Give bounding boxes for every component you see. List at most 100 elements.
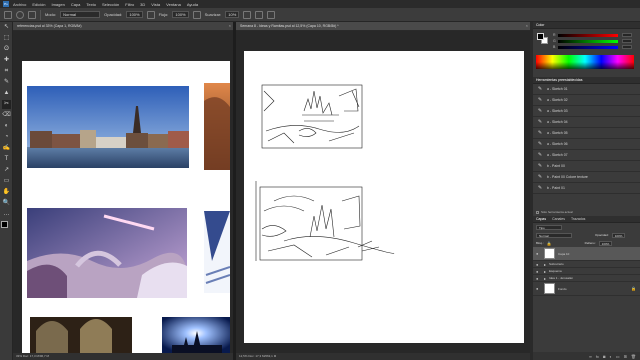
mask-icon[interactable]: ◙ (603, 354, 605, 359)
preset-item[interactable]: ✎ b - Paint 00 (533, 161, 640, 172)
preset-item[interactable]: ✎ a - Sketch 04 (533, 117, 640, 128)
preset-item[interactable]: ✎ a - Sketch 07 (533, 150, 640, 161)
menu-capa[interactable]: Capa (71, 2, 81, 7)
layer-row[interactable]: ● ▸ Idea 1 - Jerusalén (533, 275, 640, 282)
color-slider-b[interactable]: B (533, 44, 640, 50)
link-icon[interactable]: ∞ (589, 354, 592, 359)
fill-field[interactable]: 100% (598, 240, 613, 246)
color-swatches[interactable] (1, 221, 13, 233)
quick-select-tool-icon[interactable]: ✚ (2, 56, 11, 65)
presets-panel-tab[interactable]: Herramientas preestablecidas (536, 78, 583, 82)
brush-preset-icon[interactable] (4, 10, 12, 19)
document-tab-sketches[interactable]: Semana 8 - Ideas y Ramitas.psd al 12,5% … (236, 22, 530, 31)
document-tab-references[interactable]: referencias.psd al 33% (Capa 1, RGB/8#) … (13, 22, 233, 31)
green-slider[interactable] (558, 39, 618, 43)
brush-tool-icon[interactable]: ✂ (2, 100, 11, 109)
more-tools-icon[interactable]: … (2, 210, 11, 219)
new-layer-icon[interactable]: ⊞ (624, 354, 627, 359)
eye-icon[interactable]: ● (536, 276, 541, 281)
color-panel-header[interactable]: Color (533, 22, 640, 29)
pressure-opacity-icon[interactable] (146, 10, 155, 19)
checkbox[interactable] (536, 210, 539, 214)
smoothing-settings-icon[interactable] (243, 10, 252, 19)
smoothing-field[interactable]: 10% (225, 11, 240, 18)
color-panel-tab[interactable]: Color (536, 23, 544, 27)
red-value[interactable] (622, 33, 632, 37)
hand-tool-icon[interactable]: ✋ (2, 188, 11, 197)
fx-icon[interactable]: fx (596, 354, 599, 359)
airbrush-icon[interactable] (192, 10, 201, 19)
pressure-size-icon[interactable] (255, 10, 264, 19)
layer-row[interactable]: ● ▸ Esquema (533, 268, 640, 275)
pen-tool-icon[interactable]: ✍ (2, 144, 11, 153)
symmetry-icon[interactable] (267, 10, 276, 19)
trash-icon[interactable]: 🗑 (631, 354, 636, 359)
tab-paths[interactable]: Trazados (571, 217, 585, 221)
eye-icon[interactable]: ● (536, 269, 541, 274)
preset-item[interactable]: ✎ a - Sketch 02 (533, 95, 640, 106)
gradient-tool-icon[interactable]: ◐ (2, 122, 11, 131)
close-icon[interactable]: × (229, 23, 231, 28)
preset-item[interactable]: ✎ a - Sketch 03 (533, 106, 640, 117)
opacity-field[interactable]: 100% (126, 11, 143, 18)
eye-icon[interactable]: ● (536, 286, 541, 291)
sketch-canvas[interactable] (244, 51, 524, 343)
menu-filtro[interactable]: Filtro (125, 2, 134, 7)
type-tool-icon[interactable]: T (2, 155, 11, 164)
foreground-color-swatch[interactable] (1, 221, 8, 228)
menu-vista[interactable]: Vista (151, 2, 160, 7)
menu-3d[interactable]: 3D (140, 2, 145, 7)
blue-value[interactable] (622, 45, 632, 49)
preset-item[interactable]: ✎ a - Sketch 05 (533, 128, 640, 139)
lock-icon[interactable]: 🔒 (547, 241, 552, 246)
document-area-sketches[interactable] (236, 31, 530, 353)
adjustment-icon[interactable]: ◐ (609, 354, 611, 359)
layer-kind-filter[interactable]: Tipo (536, 224, 562, 230)
layer-row[interactable]: ● ▸ Sobretrazo (533, 261, 640, 268)
preset-item[interactable]: ✎ a - Sketch 06 (533, 139, 640, 150)
eye-icon[interactable]: ● (536, 251, 541, 256)
mode-select[interactable]: Normal (60, 11, 101, 18)
lasso-tool-icon[interactable]: ʘ (2, 45, 11, 54)
presets-panel-header[interactable]: Herramientas preestablecidas (533, 77, 640, 84)
brush-size-icon[interactable] (16, 10, 24, 19)
blue-slider[interactable] (558, 45, 618, 49)
menu-imagen[interactable]: Imagen (51, 2, 64, 7)
folder-icon[interactable]: ▭ (616, 354, 620, 359)
menu-ventana[interactable]: Ventana (166, 2, 181, 7)
menu-ayuda[interactable]: Ayuda (187, 2, 198, 7)
menu-texto[interactable]: Texto (86, 2, 96, 7)
preset-item[interactable]: ✎ b - Paint 00 Colore texture (533, 172, 640, 183)
crop-tool-icon[interactable]: ⌗ (2, 67, 11, 76)
tab-channels[interactable]: Canales (552, 217, 565, 221)
preset-item[interactable]: ✎ a - Sketch 01 (533, 84, 640, 95)
green-value[interactable] (622, 39, 632, 43)
layer-name: Idea 1 - Jerusalén (549, 276, 574, 280)
marquee-tool-icon[interactable]: ⬚ (2, 34, 11, 43)
menu-archivo[interactable]: Archivo (13, 2, 26, 7)
layer-row[interactable]: ● Fondo 🔒 (533, 282, 640, 296)
move-tool-icon[interactable]: ↖ (2, 23, 11, 32)
preset-item[interactable]: ✎ b - Paint 01 (533, 183, 640, 194)
healing-tool-icon[interactable]: ▲ (2, 89, 11, 98)
reference-canvas[interactable] (22, 61, 231, 353)
path-select-tool-icon[interactable]: ↗ (2, 166, 11, 175)
brush-panel-icon[interactable] (28, 10, 36, 19)
zoom-tool-icon[interactable]: 🔍 (2, 199, 11, 208)
flow-field[interactable]: 100% (172, 11, 189, 18)
blend-mode-select[interactable]: Normal (536, 232, 572, 238)
color-fg-swatch[interactable] (537, 33, 544, 40)
menu-seleccion[interactable]: Selección (102, 2, 119, 7)
document-area-references[interactable] (13, 31, 233, 353)
eye-icon[interactable]: ● (536, 262, 541, 267)
layer-opacity-field[interactable]: 100% (611, 232, 626, 238)
eyedropper-tool-icon[interactable]: ✎ (2, 78, 11, 87)
close-icon[interactable]: × (526, 23, 528, 28)
layer-row[interactable]: ● Capa 10 (533, 247, 640, 261)
menu-edicion[interactable]: Edición (32, 2, 45, 7)
shape-tool-icon[interactable]: ▭ (2, 177, 11, 186)
tab-layers[interactable]: Capas (536, 217, 546, 221)
eraser-tool-icon[interactable]: ⌫ (2, 111, 11, 120)
dodge-tool-icon[interactable]: ◔ (2, 133, 11, 142)
red-slider[interactable] (558, 33, 618, 37)
